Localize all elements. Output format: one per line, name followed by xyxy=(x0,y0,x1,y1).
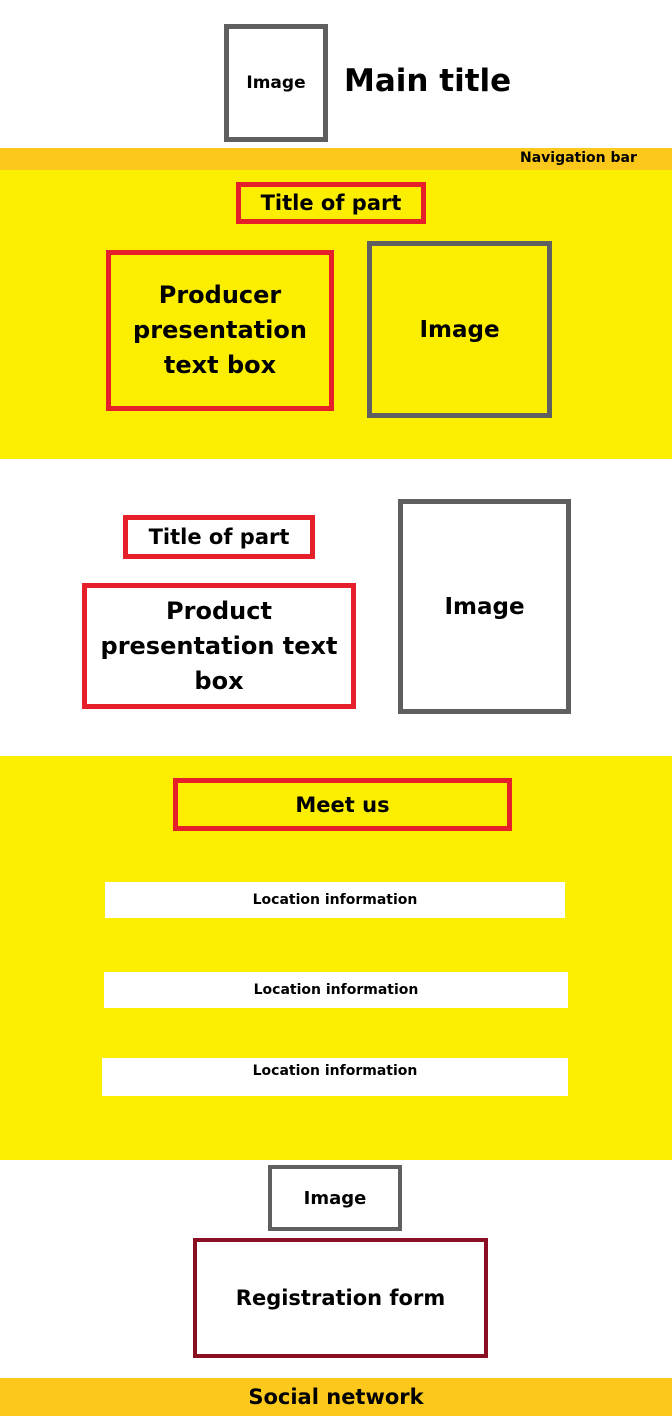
producer-text-box: Producer presentation text box xyxy=(106,250,334,411)
main-title: Main title xyxy=(344,63,512,99)
social-network-bar: Social network xyxy=(0,1378,672,1416)
producer-section-title: Title of part xyxy=(236,182,426,224)
header-image-placeholder: Image xyxy=(224,24,328,142)
navigation-bar-label: Navigation bar xyxy=(520,150,637,166)
meet-us-title-text: Meet us xyxy=(295,792,390,817)
producer-section-title-text: Title of part xyxy=(260,191,402,215)
location-information-box: Location information xyxy=(105,882,565,918)
producer-image-label: Image xyxy=(419,316,500,343)
location-information-box: Location information xyxy=(102,1058,568,1096)
social-network-label: Social network xyxy=(248,1385,424,1409)
registration-form: Registration form xyxy=(193,1238,488,1358)
footer-image-label: Image xyxy=(303,1187,367,1209)
product-text-box: Product presentation text box xyxy=(82,583,356,709)
navigation-bar: Navigation bar xyxy=(0,148,672,170)
product-section-title-text: Title of part xyxy=(148,525,290,549)
footer-image-placeholder: Image xyxy=(268,1165,402,1231)
location-information-text: Location information xyxy=(253,982,419,998)
meet-us-title: Meet us xyxy=(173,778,512,831)
producer-image-placeholder: Image xyxy=(367,241,552,418)
product-text-box-text: Product presentation text box xyxy=(100,596,338,695)
product-image-label: Image xyxy=(444,593,525,620)
product-image-placeholder: Image xyxy=(398,499,571,714)
registration-form-label: Registration form xyxy=(235,1286,446,1310)
location-information-text: Location information xyxy=(252,1063,418,1079)
location-information-text: Location information xyxy=(252,892,418,908)
producer-text-box-text: Producer presentation text box xyxy=(133,281,307,379)
location-information-box: Location information xyxy=(104,972,568,1008)
header-image-label: Image xyxy=(246,73,306,93)
product-section-title: Title of part xyxy=(123,515,315,559)
